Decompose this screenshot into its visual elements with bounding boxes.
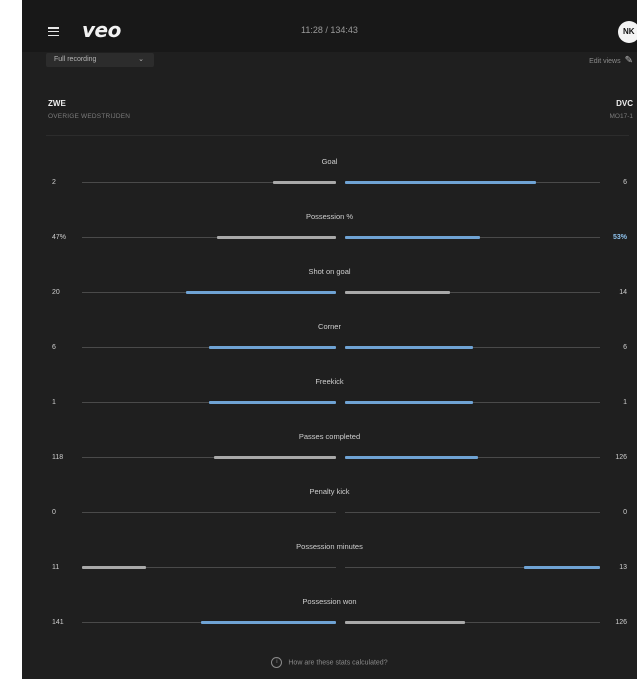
stat-away-value: 6 — [623, 344, 627, 351]
stat-row-possession-percent: Possession % 47% 53% — [22, 212, 637, 252]
stat-away-value: 14 — [619, 289, 627, 296]
stat-away-value: 126 — [615, 619, 627, 626]
stat-home-track — [82, 291, 336, 294]
stat-home-bar — [186, 291, 336, 294]
stat-label: Possession won — [302, 597, 357, 606]
stat-row-freekick: Freekick 1 1 — [22, 377, 637, 417]
divider — [46, 135, 629, 136]
stat-away-value: 6 — [623, 179, 627, 186]
stat-home-bar — [216, 236, 336, 239]
stat-home-track — [82, 512, 336, 513]
stat-away-bar — [345, 236, 481, 239]
stat-row-possession-minutes: Possession minutes 11 13 — [22, 542, 637, 582]
stat-away-value: 126 — [615, 454, 627, 461]
stat-home-track — [82, 621, 336, 624]
stat-away-bar — [345, 401, 473, 404]
stats-panel: veo 11:28 / 134:43 NK Full recording ⌄ E… — [22, 0, 637, 679]
stat-home-track — [82, 346, 336, 349]
stat-row-goal: Goal 2 6 — [22, 157, 637, 197]
chevron-down-icon: ⌄ — [138, 56, 144, 63]
stat-away-bar — [345, 346, 473, 349]
stat-home-track — [82, 456, 336, 459]
stat-away-bar — [524, 566, 600, 569]
info-icon: i — [271, 657, 283, 668]
video-timecode: 11:28 / 134:43 — [301, 25, 358, 35]
stat-home-bar — [209, 401, 336, 404]
stat-home-bar — [201, 621, 336, 624]
stat-away-bar — [345, 456, 478, 459]
stat-label: Shot on goal — [308, 267, 351, 276]
stat-row-corner: Corner 6 6 — [22, 322, 637, 362]
away-team-name: DVC — [616, 99, 633, 108]
stat-home-track — [82, 401, 336, 404]
stats-info-link[interactable]: i How are these stats calculated? — [22, 657, 637, 668]
stat-home-bar — [214, 456, 336, 459]
stat-away-track — [345, 401, 600, 404]
stats-info-text: How are these stats calculated? — [288, 659, 388, 667]
stat-row-passes-completed: Passes completed 118 126 — [22, 432, 637, 472]
stat-away-track — [345, 291, 600, 294]
stat-home-value: 11 — [52, 564, 60, 571]
stat-home-bar — [82, 566, 147, 569]
home-team-name: ZWE — [48, 99, 66, 108]
top-bar: veo 11:28 / 134:43 NK — [22, 0, 637, 52]
stat-label: Possession minutes — [296, 542, 363, 551]
stat-away-value: 53% — [612, 234, 627, 241]
stat-home-value: 47% — [52, 234, 67, 241]
stat-away-value: 0 — [623, 509, 627, 516]
stat-home-value: 141 — [52, 619, 64, 626]
stat-home-track — [82, 236, 336, 239]
stat-away-track — [345, 456, 600, 459]
stat-away-value: 13 — [619, 564, 627, 571]
stat-label: Possession % — [305, 212, 354, 221]
stat-home-value: 1 — [52, 399, 56, 406]
stat-away-track — [345, 346, 600, 349]
stat-home-track — [82, 181, 336, 184]
recording-select-label: Full recording — [54, 56, 97, 63]
stat-away-track — [345, 512, 600, 513]
stat-away-bar — [345, 621, 465, 624]
user-avatar[interactable]: NK — [618, 21, 637, 43]
home-team-subtitle: OVERIGE WEDSTRIJDEN — [48, 113, 131, 120]
stat-label: Freekick — [315, 377, 344, 386]
stat-away-track — [345, 621, 600, 624]
edit-views-label: Edit views — [589, 58, 621, 65]
stat-away-bar — [345, 181, 537, 184]
stat-home-bar — [272, 181, 336, 184]
stat-home-value: 20 — [52, 289, 60, 296]
stat-label: Penalty kick — [309, 487, 350, 496]
stat-row-shot-on-goal: Shot on goal 20 14 — [22, 267, 637, 307]
stat-row-possession-won: Possession won 141 126 — [22, 597, 637, 637]
stat-label: Goal — [321, 157, 338, 166]
stat-home-value: 118 — [52, 454, 64, 461]
stat-home-value: 0 — [52, 509, 56, 516]
away-team-subtitle: MO17-1 — [609, 113, 633, 120]
stat-away-value: 1 — [623, 399, 627, 406]
pencil-icon: ✎ — [624, 55, 633, 66]
stat-label: Corner — [318, 322, 341, 331]
stat-away-bar — [345, 291, 450, 294]
edit-views-button[interactable]: Edit views ✎ — [589, 55, 633, 66]
stat-home-bar — [209, 346, 336, 349]
stat-away-track — [345, 181, 600, 184]
stat-row-penalty-kick: Penalty kick 0 0 — [22, 487, 637, 527]
stat-home-value: 2 — [52, 179, 56, 186]
stat-away-track — [345, 566, 600, 569]
stat-home-value: 6 — [52, 344, 56, 351]
stat-away-track — [345, 236, 600, 239]
stat-home-track — [82, 566, 336, 569]
stat-label: Passes completed — [298, 432, 361, 441]
recording-select[interactable]: Full recording ⌄ — [46, 53, 154, 67]
